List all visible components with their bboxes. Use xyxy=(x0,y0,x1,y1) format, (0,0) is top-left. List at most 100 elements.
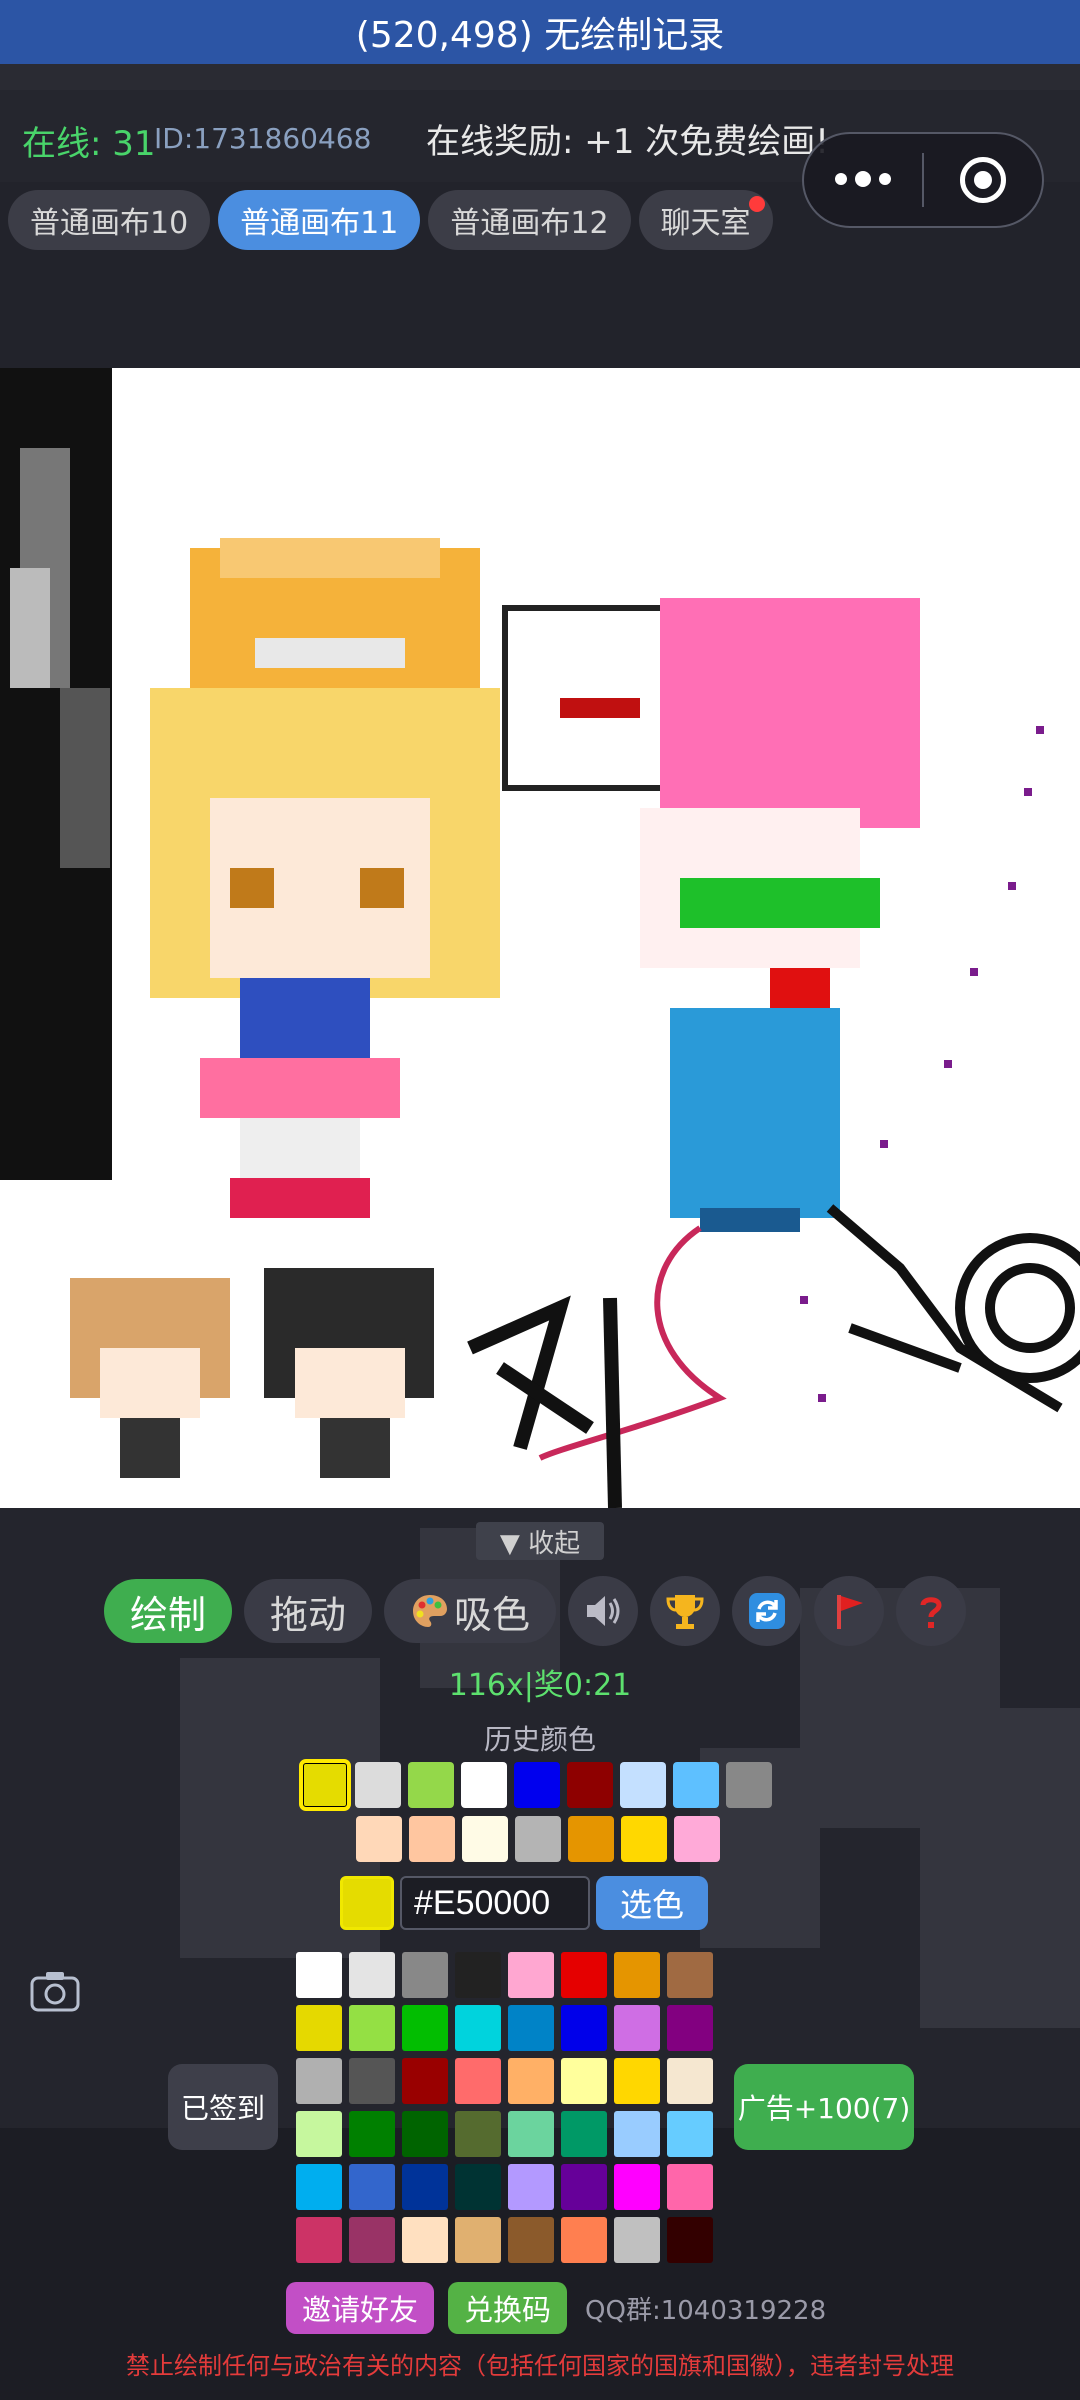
history-color-swatch[interactable] xyxy=(726,1762,772,1808)
palette-color-swatch[interactable] xyxy=(667,1952,713,1998)
pixel-canvas[interactable] xyxy=(0,368,1080,1508)
draw-label: 绘制 xyxy=(130,1592,207,1637)
palette-color-swatch[interactable] xyxy=(349,2111,395,2157)
palette-color-swatch[interactable] xyxy=(667,2005,713,2051)
palette-color-swatch[interactable] xyxy=(296,2058,342,2104)
refresh-icon xyxy=(749,1593,786,1629)
palette-color-swatch[interactable] xyxy=(614,2058,660,2104)
watch-ad-button[interactable]: 广告+100(7) xyxy=(734,2064,914,2150)
sound-button[interactable] xyxy=(568,1576,639,1646)
palette-color-swatch[interactable] xyxy=(296,2217,342,2263)
palette-color-swatch[interactable] xyxy=(561,2217,607,2263)
palette-color-swatch[interactable] xyxy=(349,2005,395,2051)
pick-label: 选色 xyxy=(620,1886,685,1924)
history-color-swatch[interactable] xyxy=(568,1816,614,1862)
invite-friends-button[interactable]: 邀请好友 xyxy=(286,2282,435,2334)
palette-color-swatch[interactable] xyxy=(561,2111,607,2157)
palette-color-swatch[interactable] xyxy=(455,2005,501,2051)
tab-label: 普通画布12 xyxy=(450,206,609,241)
palette-color-swatch[interactable] xyxy=(455,2164,501,2210)
palette-color-swatch[interactable] xyxy=(402,2111,448,2157)
palette-color-swatch[interactable] xyxy=(667,2111,713,2157)
grey-shape xyxy=(10,568,50,688)
palette-color-swatch[interactable] xyxy=(402,2058,448,2104)
history-color-swatch[interactable] xyxy=(408,1762,454,1808)
screenshot-button[interactable] xyxy=(26,1966,84,2016)
history-color-swatch[interactable] xyxy=(567,1762,613,1808)
palette-color-swatch[interactable] xyxy=(508,2058,554,2104)
palette-color-swatch[interactable] xyxy=(402,1952,448,1998)
camera-icon xyxy=(30,1972,80,2012)
palette-color-swatch[interactable] xyxy=(508,2005,554,2051)
eyedropper-tool-button[interactable]: 吸色 xyxy=(384,1579,557,1643)
palette-color-swatch[interactable] xyxy=(455,1952,501,1998)
hex-color-input[interactable] xyxy=(400,1876,590,1930)
history-color-swatch[interactable] xyxy=(355,1762,401,1808)
palette-color-swatch[interactable] xyxy=(402,2005,448,2051)
palette-color-swatch[interactable] xyxy=(508,1952,554,1998)
help-button[interactable] xyxy=(896,1576,967,1646)
history-color-swatch[interactable] xyxy=(356,1816,402,1862)
speaker-icon xyxy=(587,1596,620,1626)
palette-color-swatch[interactable] xyxy=(296,1952,342,1998)
palette-color-swatch[interactable] xyxy=(508,2111,554,2157)
palette-color-swatch[interactable] xyxy=(614,2005,660,2051)
palette-color-swatch[interactable] xyxy=(508,2164,554,2210)
palette-color-swatch[interactable] xyxy=(296,2005,342,2051)
palette-color-swatch[interactable] xyxy=(349,2058,395,2104)
tab-label: 普通画布10 xyxy=(30,206,189,241)
tab-canvas-11[interactable]: 普通画布11 xyxy=(218,190,421,250)
palette-color-swatch[interactable] xyxy=(349,2164,395,2210)
draw-tool-button[interactable]: 绘制 xyxy=(104,1579,233,1643)
palette-color-swatch[interactable] xyxy=(667,2217,713,2263)
palette-color-swatch[interactable] xyxy=(508,2217,554,2263)
palette-color-swatch[interactable] xyxy=(296,2164,342,2210)
drag-tool-button[interactable]: 拖动 xyxy=(244,1579,373,1643)
tab-canvas-12[interactable]: 普通画布12 xyxy=(428,190,631,250)
checkin-label: 已签到 xyxy=(180,2092,265,2125)
palette-color-swatch[interactable] xyxy=(561,2164,607,2210)
history-color-swatch[interactable] xyxy=(462,1816,508,1862)
palette-color-swatch[interactable] xyxy=(349,2217,395,2263)
history-color-swatch[interactable] xyxy=(515,1816,561,1862)
palette-color-swatch[interactable] xyxy=(455,2217,501,2263)
redeem-code-button[interactable]: 兑换码 xyxy=(448,2282,568,2334)
palette-color-swatch[interactable] xyxy=(402,2164,448,2210)
palette-color-swatch[interactable] xyxy=(561,2058,607,2104)
history-color-swatch[interactable] xyxy=(674,1816,720,1862)
palette-color-swatch[interactable] xyxy=(455,2111,501,2157)
current-color-swatch xyxy=(340,1876,394,1930)
palette-color-swatch[interactable] xyxy=(561,2005,607,2051)
palette-color-swatch[interactable] xyxy=(667,2164,713,2210)
history-color-swatch[interactable] xyxy=(673,1762,719,1808)
tab-canvas-10[interactable]: 普通画布10 xyxy=(8,190,211,250)
checked-in-button[interactable]: 已签到 xyxy=(168,2064,278,2150)
history-color-swatch[interactable] xyxy=(514,1762,560,1808)
palette-color-swatch[interactable] xyxy=(349,1952,395,1998)
palette-color-swatch[interactable] xyxy=(614,2111,660,2157)
tab-chat-room[interactable]: 聊天室 xyxy=(638,190,773,250)
history-color-swatch[interactable] xyxy=(621,1816,667,1862)
collapse-button[interactable]: ▼ 收起 xyxy=(476,1522,604,1560)
close-miniprogram-button[interactable] xyxy=(924,157,1042,203)
collapse-label: ▼ 收起 xyxy=(499,1528,581,1559)
history-color-swatch[interactable] xyxy=(461,1762,507,1808)
history-color-swatch[interactable] xyxy=(299,1759,351,1811)
palette-color-swatch[interactable] xyxy=(667,2058,713,2104)
palette-color-swatch[interactable] xyxy=(402,2217,448,2263)
canvas-artwork xyxy=(0,368,1080,1508)
palette-color-swatch[interactable] xyxy=(455,2058,501,2104)
history-color-swatch[interactable] xyxy=(620,1762,666,1808)
leaderboard-button[interactable] xyxy=(650,1576,721,1646)
palette-color-swatch[interactable] xyxy=(614,2164,660,2210)
refresh-button[interactable] xyxy=(732,1576,803,1646)
palette-color-swatch[interactable] xyxy=(614,1952,660,1998)
report-button[interactable] xyxy=(814,1576,885,1646)
palette-color-swatch[interactable] xyxy=(614,2217,660,2263)
pick-color-button[interactable]: 选色 xyxy=(596,1876,709,1930)
invite-label: 邀请好友 xyxy=(302,2293,419,2327)
palette-color-swatch[interactable] xyxy=(561,1952,607,1998)
more-options-icon[interactable] xyxy=(804,171,922,187)
palette-color-swatch[interactable] xyxy=(296,2111,342,2157)
history-color-swatch[interactable] xyxy=(409,1816,455,1862)
